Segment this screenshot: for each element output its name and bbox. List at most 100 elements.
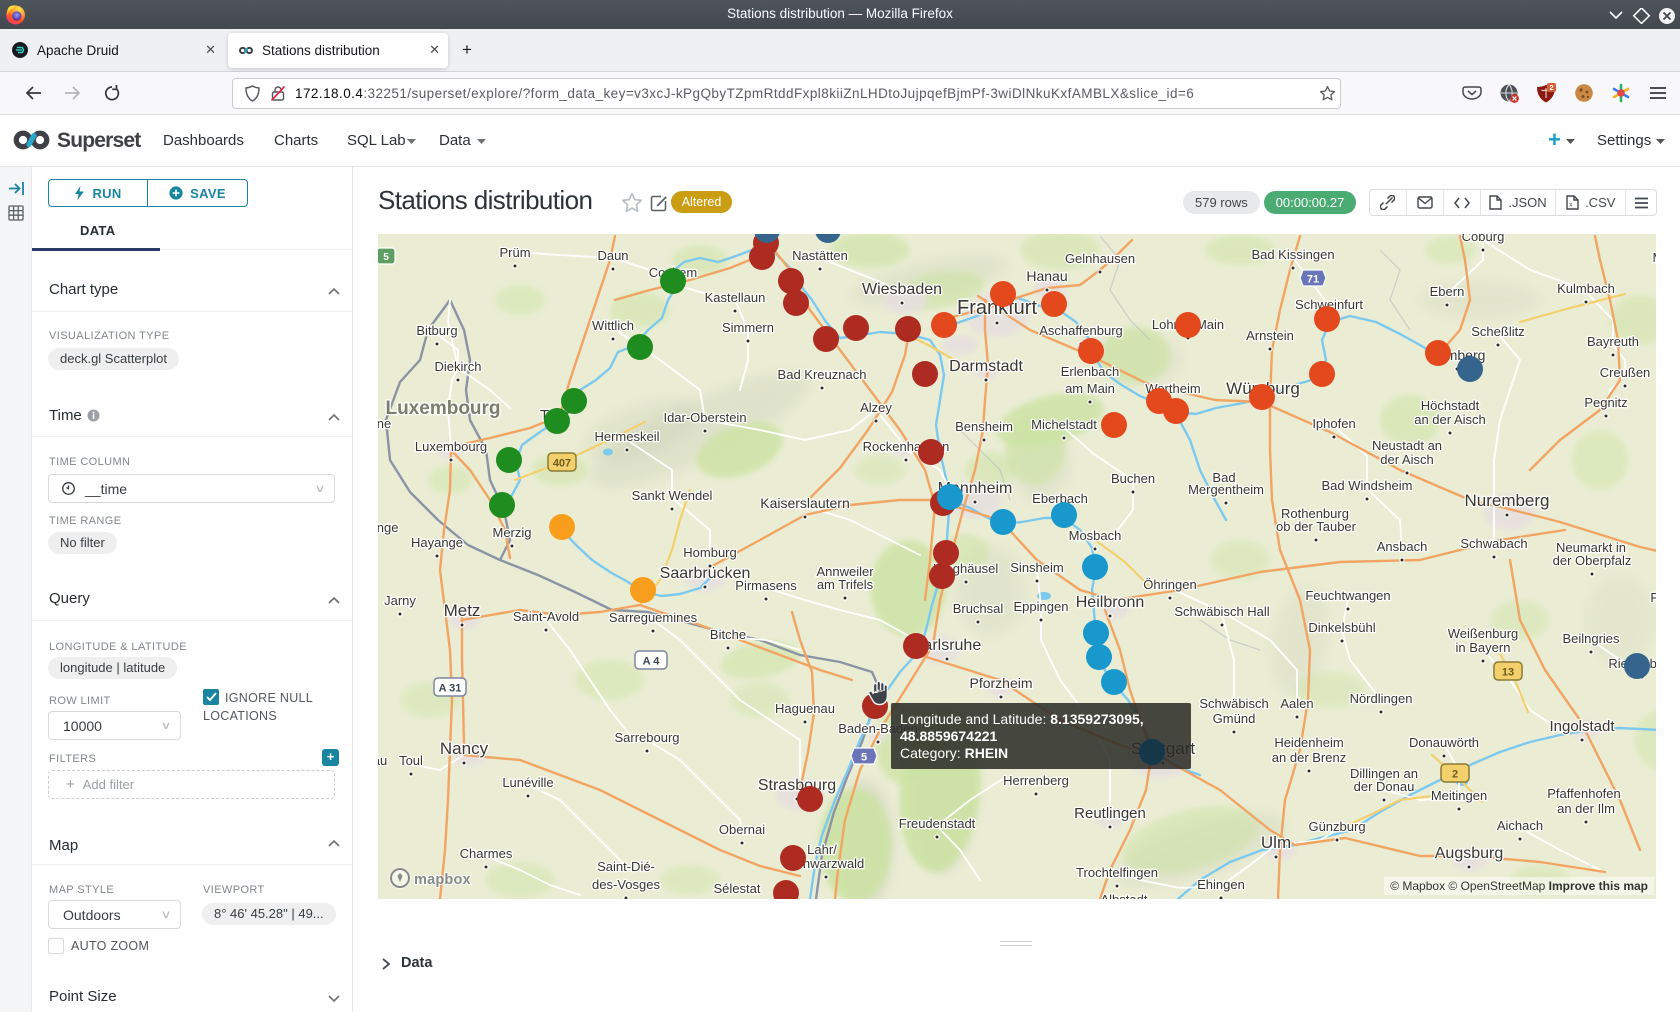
svg-text:x: x bbox=[1569, 202, 1573, 209]
svg-text:Ehingen: Ehingen bbox=[1197, 877, 1245, 892]
svg-text:Saint-Dié-: Saint-Dié- bbox=[597, 859, 655, 874]
svg-text:Wiesbaden: Wiesbaden bbox=[862, 281, 942, 298]
svg-text:Daun: Daun bbox=[597, 248, 628, 263]
svg-text:Schwäbisch Hall: Schwäbisch Hall bbox=[1174, 604, 1269, 619]
svg-text:Feuchtwangen: Feuchtwangen bbox=[1305, 588, 1390, 603]
svg-text:Donauwörth: Donauwörth bbox=[1409, 735, 1479, 750]
svg-text:Strasbourg: Strasbourg bbox=[758, 777, 836, 794]
svg-text:mapbox: mapbox bbox=[414, 872, 471, 888]
svg-text:Nancy: Nancy bbox=[440, 739, 489, 758]
svg-text:Lahr/: Lahr/ bbox=[807, 842, 837, 857]
svg-text:Bitburg: Bitburg bbox=[416, 323, 457, 338]
svg-text:in Bayern: in Bayern bbox=[1456, 640, 1511, 655]
svg-text:Nastätten: Nastätten bbox=[792, 248, 848, 263]
svg-text:13: 13 bbox=[1502, 667, 1514, 679]
svg-text:au: au bbox=[378, 753, 387, 768]
svg-text:71: 71 bbox=[1307, 274, 1319, 286]
svg-text:407: 407 bbox=[553, 458, 571, 470]
svg-text:Scheßlitz: Scheßlitz bbox=[1471, 324, 1524, 339]
svg-text:Michelstadt: Michelstadt bbox=[1031, 417, 1097, 432]
svg-text:Merzig: Merzig bbox=[492, 525, 531, 540]
svg-text:Kaiserslautern: Kaiserslautern bbox=[760, 495, 850, 511]
svg-text:Schwabach: Schwabach bbox=[1460, 536, 1527, 551]
svg-text:Diekirch: Diekirch bbox=[435, 359, 482, 374]
svg-text:ne: ne bbox=[378, 416, 391, 431]
svg-text:ange: ange bbox=[378, 520, 398, 535]
svg-text:Aalen: Aalen bbox=[1280, 696, 1313, 711]
svg-text:an der Brenz: an der Brenz bbox=[1272, 750, 1346, 765]
svg-text:Prüm: Prüm bbox=[499, 245, 530, 260]
svg-text:Jarny: Jarny bbox=[384, 593, 416, 608]
svg-text:Kulmbach: Kulmbach bbox=[1557, 281, 1615, 296]
svg-text:Hanau: Hanau bbox=[1026, 268, 1067, 284]
svg-text:der Donau: der Donau bbox=[1354, 779, 1415, 794]
svg-text:Arnstein: Arnstein bbox=[1246, 328, 1294, 343]
svg-text:Charmes: Charmes bbox=[460, 846, 513, 861]
svg-text:Weißenburg: Weißenburg bbox=[1448, 626, 1519, 641]
svg-text:Darmstadt: Darmstadt bbox=[949, 358, 1023, 375]
svg-text:Toul: Toul bbox=[399, 753, 423, 768]
svg-text:Coburg: Coburg bbox=[1462, 234, 1505, 244]
svg-text:Ansbach: Ansbach bbox=[1377, 539, 1428, 554]
svg-text:Wittlich: Wittlich bbox=[592, 318, 634, 333]
svg-text:Luxembourg: Luxembourg bbox=[415, 439, 487, 454]
svg-text:A 4: A 4 bbox=[643, 656, 661, 668]
svg-text:der Oberpfalz: der Oberpfalz bbox=[1553, 553, 1632, 568]
svg-text:an der Aisch: an der Aisch bbox=[1414, 412, 1486, 427]
svg-text:Dinkelsbühl: Dinkelsbühl bbox=[1308, 620, 1375, 635]
svg-text:Mosbach: Mosbach bbox=[1069, 528, 1122, 543]
svg-text:Pforzheim: Pforzheim bbox=[969, 675, 1032, 691]
svg-text:Pirmasens: Pirmasens bbox=[735, 578, 797, 593]
svg-text:ob der Tauber: ob der Tauber bbox=[1276, 519, 1357, 534]
svg-text:Alzey: Alzey bbox=[860, 400, 892, 415]
svg-text:Augsburg: Augsburg bbox=[1435, 845, 1504, 862]
svg-text:Obernai: Obernai bbox=[719, 822, 765, 837]
svg-text:Gelnhausen: Gelnhausen bbox=[1065, 251, 1135, 266]
svg-text:Kastellaun: Kastellaun bbox=[705, 290, 766, 305]
svg-text:Pegnitz: Pegnitz bbox=[1584, 395, 1627, 410]
svg-text:5: 5 bbox=[383, 252, 389, 263]
svg-text:Sarreguemines: Sarreguemines bbox=[609, 610, 698, 625]
svg-text:Herrenberg: Herrenberg bbox=[1003, 773, 1069, 788]
svg-text:A 31: A 31 bbox=[439, 683, 462, 695]
svg-text:Saint-Avold: Saint-Avold bbox=[513, 609, 579, 624]
svg-text:Metz: Metz bbox=[444, 601, 481, 620]
svg-text:Idar-Oberstein: Idar-Oberstein bbox=[663, 410, 746, 425]
svg-text:Münch: Münch bbox=[1652, 250, 1656, 265]
svg-text:Freudenstadt: Freudenstadt bbox=[899, 816, 976, 831]
svg-text:am Trifels: am Trifels bbox=[817, 577, 874, 592]
svg-text:Ingolstadt: Ingolstadt bbox=[1549, 718, 1615, 735]
svg-text:Buchen: Buchen bbox=[1111, 471, 1155, 486]
svg-text:5: 5 bbox=[861, 752, 867, 764]
svg-text:des-Vosges: des-Vosges bbox=[592, 877, 660, 892]
svg-text:Ebern: Ebern bbox=[1430, 284, 1465, 299]
svg-text:Hayange: Hayange bbox=[411, 535, 463, 550]
svg-text:Sinsheim: Sinsheim bbox=[1010, 560, 1063, 575]
svg-text:Bad Windsheim: Bad Windsheim bbox=[1321, 478, 1412, 493]
svg-text:Parsbe: Parsbe bbox=[1650, 590, 1656, 605]
svg-text:Heidenheim: Heidenheim bbox=[1274, 735, 1343, 750]
svg-text:Haguenau: Haguenau bbox=[775, 701, 835, 716]
svg-text:Bensheim: Bensheim bbox=[955, 419, 1013, 434]
svg-text:Simmern: Simmern bbox=[722, 320, 774, 335]
svg-text:Erlenbach: Erlenbach bbox=[1061, 364, 1120, 379]
svg-text:Nördlingen: Nördlingen bbox=[1350, 691, 1413, 706]
svg-text:Beilngries: Beilngries bbox=[1562, 631, 1620, 646]
svg-text:Heilbronn: Heilbronn bbox=[1076, 594, 1144, 611]
svg-text:am Main: am Main bbox=[1065, 381, 1115, 396]
svg-text:Aichach: Aichach bbox=[1497, 818, 1543, 833]
svg-text:Neustadt an: Neustadt an bbox=[1372, 438, 1442, 453]
svg-text:Meitingen: Meitingen bbox=[1431, 788, 1487, 803]
svg-text:Ulm: Ulm bbox=[1261, 833, 1291, 852]
svg-text:Bitche: Bitche bbox=[710, 627, 746, 642]
svg-text:Nuremberg: Nuremberg bbox=[1464, 491, 1549, 510]
svg-text:2: 2 bbox=[1549, 83, 1553, 92]
svg-text:der Aisch: der Aisch bbox=[1380, 452, 1433, 467]
svg-text:Bad Kissingen: Bad Kissingen bbox=[1251, 247, 1334, 262]
svg-text:an der Ilm: an der Ilm bbox=[1557, 801, 1615, 816]
svg-text:Mergentheim: Mergentheim bbox=[1188, 482, 1264, 497]
svg-text:Schwäbisch: Schwäbisch bbox=[1199, 696, 1268, 711]
svg-text:Günzburg: Günzburg bbox=[1308, 819, 1365, 834]
svg-text:Bayreuth: Bayreuth bbox=[1587, 334, 1639, 349]
svg-text:Luxembourg: Luxembourg bbox=[385, 398, 500, 419]
